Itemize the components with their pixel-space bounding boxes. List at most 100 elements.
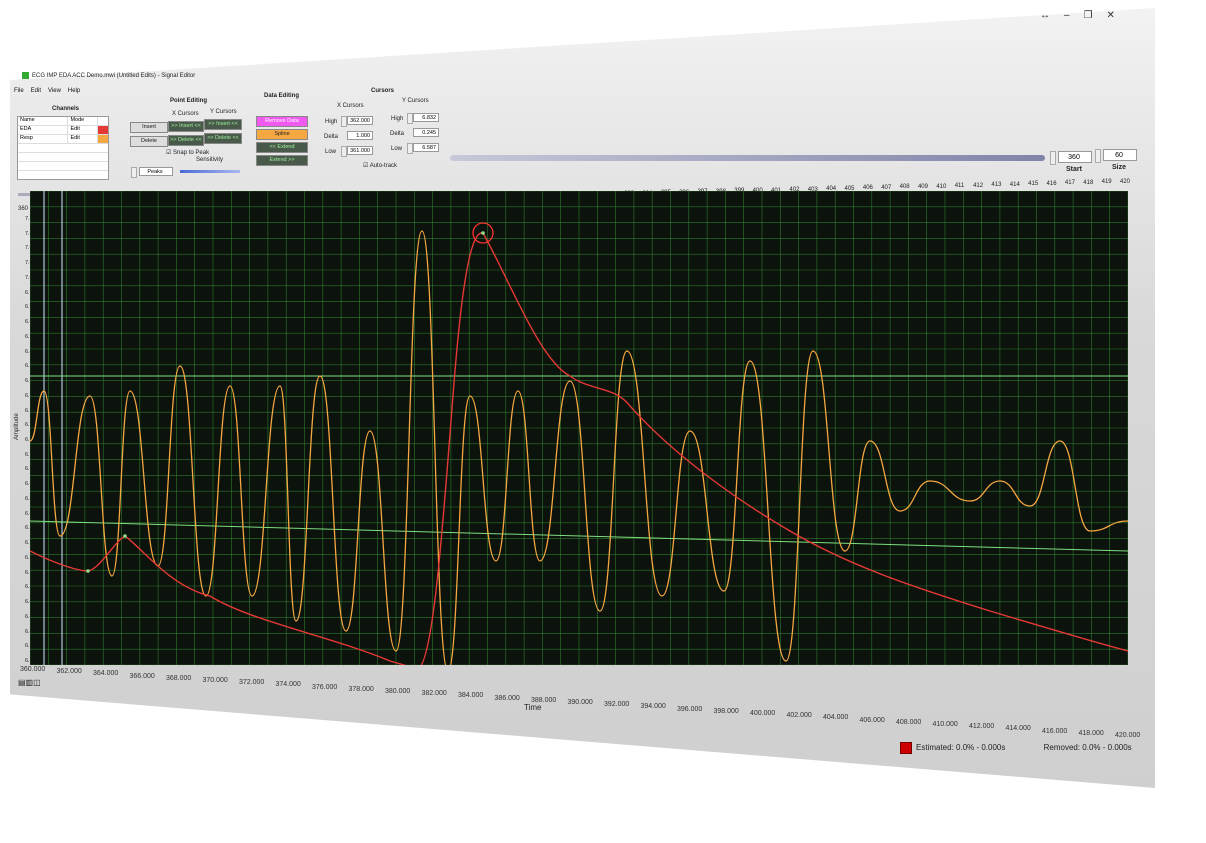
status-bar: Estimated: 0.0% - 0.000s Removed: 0.0% -…	[900, 742, 1132, 754]
top-tick-label: 420	[1120, 179, 1131, 185]
channel-color-swatch[interactable]	[98, 126, 108, 134]
range-scrollbar[interactable]	[450, 155, 1045, 161]
menu-file[interactable]: File	[14, 88, 24, 94]
start-spinner[interactable]	[1050, 151, 1056, 165]
resize-icon[interactable]: ↔	[1040, 10, 1064, 21]
menu-view[interactable]: View	[48, 88, 61, 94]
x-tick-label: 402.000	[786, 712, 812, 720]
plot-area[interactable]	[29, 190, 1129, 672]
x-tick-label: 404.000	[823, 714, 849, 722]
y-low-label: Low	[391, 146, 403, 152]
y-delta-field[interactable]: 0.245	[413, 128, 439, 137]
delete-x-cursor-button[interactable]: >> Delete <<	[168, 135, 204, 146]
minimize-icon[interactable]: –	[1064, 10, 1084, 21]
menu-edit[interactable]: Edit	[31, 88, 41, 94]
eda-point[interactable]	[86, 569, 90, 573]
x-tick-label: 384.000	[458, 692, 484, 700]
x-tick-label: 378.000	[348, 685, 374, 693]
window-controls[interactable]: ↔–❐✕	[1040, 10, 1129, 21]
y-cursors-group-label: Y Cursors	[402, 98, 429, 104]
insert-x-cursor-button[interactable]: >> Insert <<	[168, 121, 204, 132]
x-tick-label: 418.000	[1078, 729, 1104, 737]
channel-name: EDA	[18, 126, 69, 134]
plot-toolbar-icons[interactable]: ▤▥◫	[18, 678, 41, 687]
x-tick-label: 360.000	[20, 666, 46, 673]
maximize-icon[interactable]: ❐	[1084, 10, 1107, 21]
channel-mode[interactable]: Edit	[68, 126, 99, 134]
sensitivity-slider[interactable]	[180, 170, 240, 173]
peaks-spinner[interactable]	[131, 167, 137, 178]
col-mode: Mode	[68, 117, 99, 125]
x-tick-label: 372.000	[239, 679, 265, 687]
close-icon[interactable]: ✕	[1107, 10, 1129, 21]
extend-right-button[interactable]: Extend >>	[256, 155, 308, 166]
x-low-label: Low	[325, 149, 337, 155]
x-tick-label: 392.000	[604, 701, 630, 709]
table-row[interactable]: Resp Edit	[18, 135, 108, 144]
x-high-label: High	[325, 119, 338, 125]
size-spinner[interactable]	[1095, 149, 1101, 163]
top-tick-label: 412	[973, 182, 984, 189]
x-delta-field[interactable]: 1.000	[347, 131, 373, 140]
x-tick-label: 394.000	[640, 703, 666, 711]
x-tick-label: 374.000	[275, 681, 301, 689]
top-tick-label: 409	[917, 183, 928, 190]
x-tick-label: 412.000	[969, 723, 995, 731]
top-tick-label: 411	[954, 183, 965, 190]
y-high-label: High	[391, 116, 404, 122]
sensitivity-label: Sensitivity	[196, 157, 224, 163]
x-tick-label: 416.000	[1042, 727, 1068, 735]
eda-point[interactable]	[481, 231, 485, 235]
x-delta-label: Delta	[324, 134, 339, 140]
delete-button[interactable]: Delete	[130, 136, 168, 147]
snap-label: Snap to Peak	[173, 150, 210, 156]
channels-table[interactable]: Name Mode EDA Edit Resp Edit	[17, 116, 109, 180]
snap-to-peak-checkbox[interactable]: ☑ Snap to Peak	[166, 149, 209, 156]
delete-y-cursor-button[interactable]: >> Delete <<	[204, 133, 242, 144]
menu-help[interactable]: Help	[68, 88, 80, 94]
estimated-swatch	[900, 742, 912, 754]
x-tick-label: 414.000	[1005, 725, 1031, 733]
table-header: Name Mode	[18, 117, 108, 126]
remove-data-button[interactable]: Remove Data	[256, 116, 308, 127]
x-tick-label: 376.000	[312, 683, 338, 691]
spline-button[interactable]: Spline	[256, 129, 308, 140]
table-row[interactable]: EDA Edit	[18, 126, 108, 135]
top-tick-label: 417	[1064, 180, 1075, 187]
app-icon	[22, 72, 29, 79]
y-delta-label: Delta	[390, 131, 405, 137]
x-low-field[interactable]: 361.000	[347, 146, 373, 155]
size-field[interactable]: 60	[1103, 149, 1137, 161]
start-label: Start	[1066, 166, 1082, 173]
autotrack-label: Auto-track	[369, 163, 398, 169]
x-tick-label: 420.000	[1115, 732, 1141, 739]
y-low-field[interactable]: 6.587	[413, 143, 439, 152]
x-tick-label: 410.000	[932, 721, 958, 728]
channel-mode[interactable]: Edit	[68, 135, 99, 143]
x-tick-label: 396.000	[677, 705, 703, 713]
y-axis-label: Amplitude	[14, 413, 20, 440]
removed-status: Removed: 0.0% - 0.000s	[1043, 743, 1132, 753]
peaks-field[interactable]: Peaks	[139, 167, 173, 176]
x-tick-label: 362.000	[56, 668, 82, 676]
channel-name: Resp	[18, 135, 69, 143]
x-cursors-group-label: X Cursors	[337, 103, 364, 109]
top-tick-label: 413	[991, 182, 1002, 189]
channel-color-swatch[interactable]	[98, 135, 108, 143]
x-tick-label: 386.000	[494, 694, 520, 702]
x-tick-label: 390.000	[567, 699, 593, 706]
y-high-field[interactable]: 6.832	[413, 113, 439, 122]
extend-left-button[interactable]: << Extend	[256, 142, 308, 153]
insert-button[interactable]: Insert	[130, 122, 168, 133]
top-tick-label: 407	[881, 184, 892, 191]
x-tick-label: 364.000	[93, 670, 119, 678]
x-tick-label: 400.000	[750, 710, 776, 717]
start-field[interactable]: 360	[1058, 151, 1092, 163]
insert-y-cursor-button[interactable]: >> Insert <<	[204, 119, 242, 130]
size-label: Size	[1112, 164, 1127, 171]
x-high-field[interactable]: 362.000	[347, 116, 373, 125]
autotrack-checkbox[interactable]: ☑ Auto-track	[363, 162, 397, 169]
signal-plot[interactable]	[29, 190, 1129, 672]
eda-point[interactable]	[123, 534, 127, 538]
top-tick-label: 414	[1009, 181, 1020, 188]
